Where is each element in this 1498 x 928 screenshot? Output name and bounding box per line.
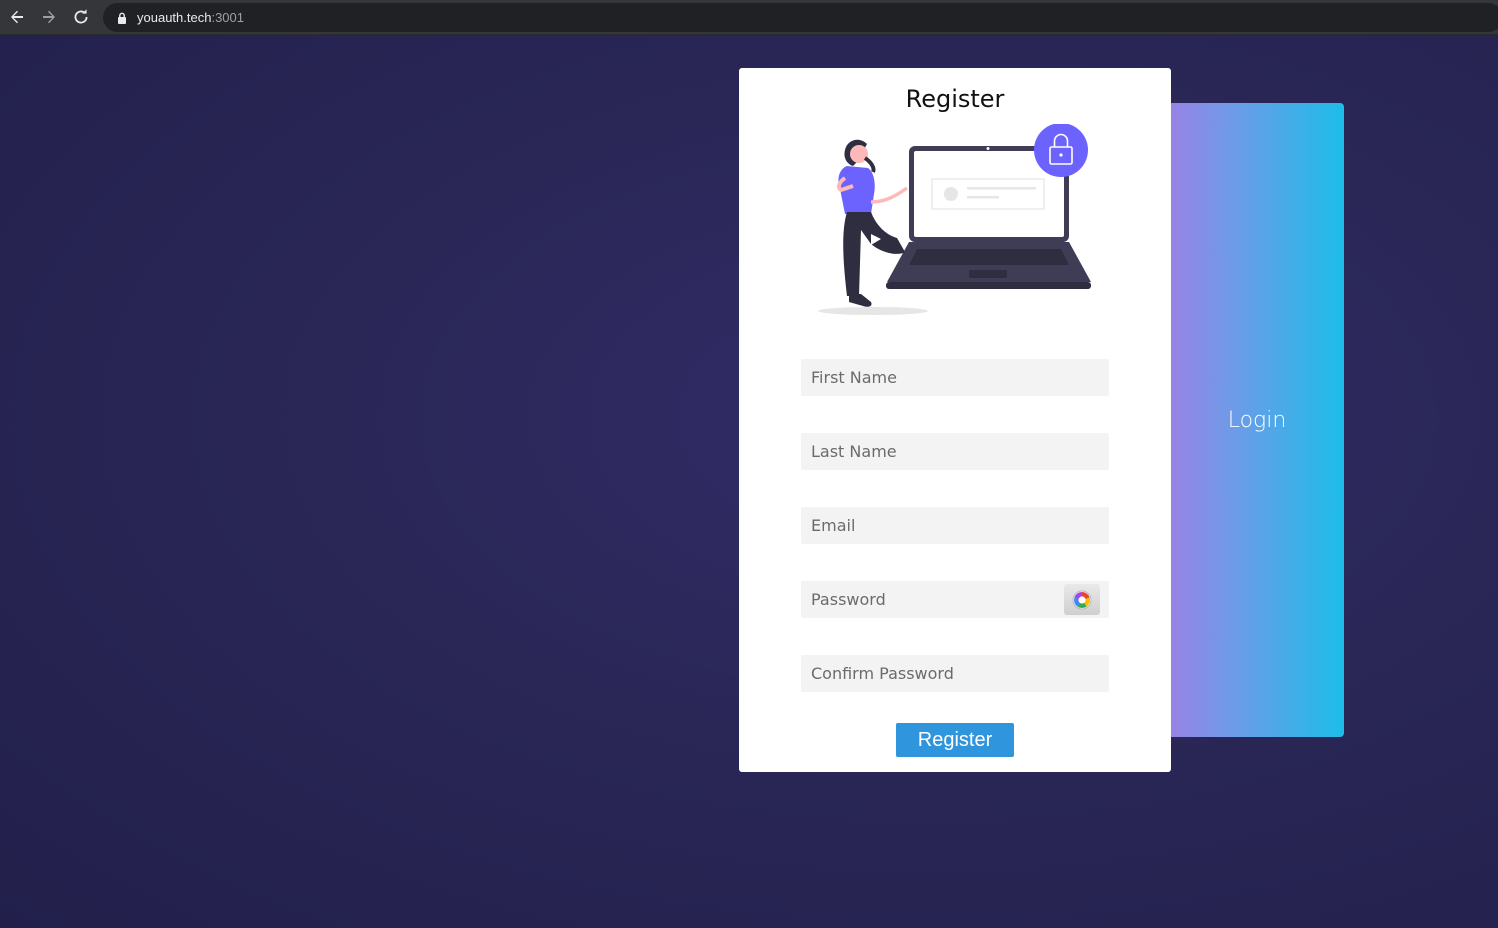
last-name-field[interactable] [801, 433, 1109, 470]
page-title: Register [905, 85, 1005, 113]
login-illustration [818, 124, 1091, 315]
reload-icon [74, 9, 88, 24]
register-button[interactable]: Register [896, 723, 1014, 757]
login-panel[interactable]: Login [1160, 103, 1344, 737]
url-host: youauth.tech [137, 10, 212, 25]
url-port: :3001 [211, 10, 244, 25]
forward-button[interactable] [33, 1, 65, 33]
back-button[interactable] [1, 1, 33, 33]
url-text: youauth.tech:3001 [137, 10, 244, 25]
color-wheel-icon [1072, 590, 1092, 609]
arrow-left-icon [11, 10, 23, 24]
reload-button[interactable] [65, 1, 97, 33]
browser-toolbar: youauth.tech:3001 [0, 0, 1498, 35]
register-card: Register First Name Last Name Email Regi… [739, 68, 1171, 772]
confirm-password-field[interactable] [801, 655, 1109, 692]
first-name-field[interactable] [801, 359, 1109, 396]
password-field[interactable] [801, 581, 1109, 618]
login-label: Login [1227, 407, 1287, 433]
arrow-right-icon [43, 10, 55, 24]
password-extension-button[interactable] [1064, 584, 1100, 615]
address-bar[interactable]: youauth.tech:3001 [103, 3, 1498, 32]
lock-icon [115, 11, 129, 25]
email-field[interactable] [801, 507, 1109, 544]
